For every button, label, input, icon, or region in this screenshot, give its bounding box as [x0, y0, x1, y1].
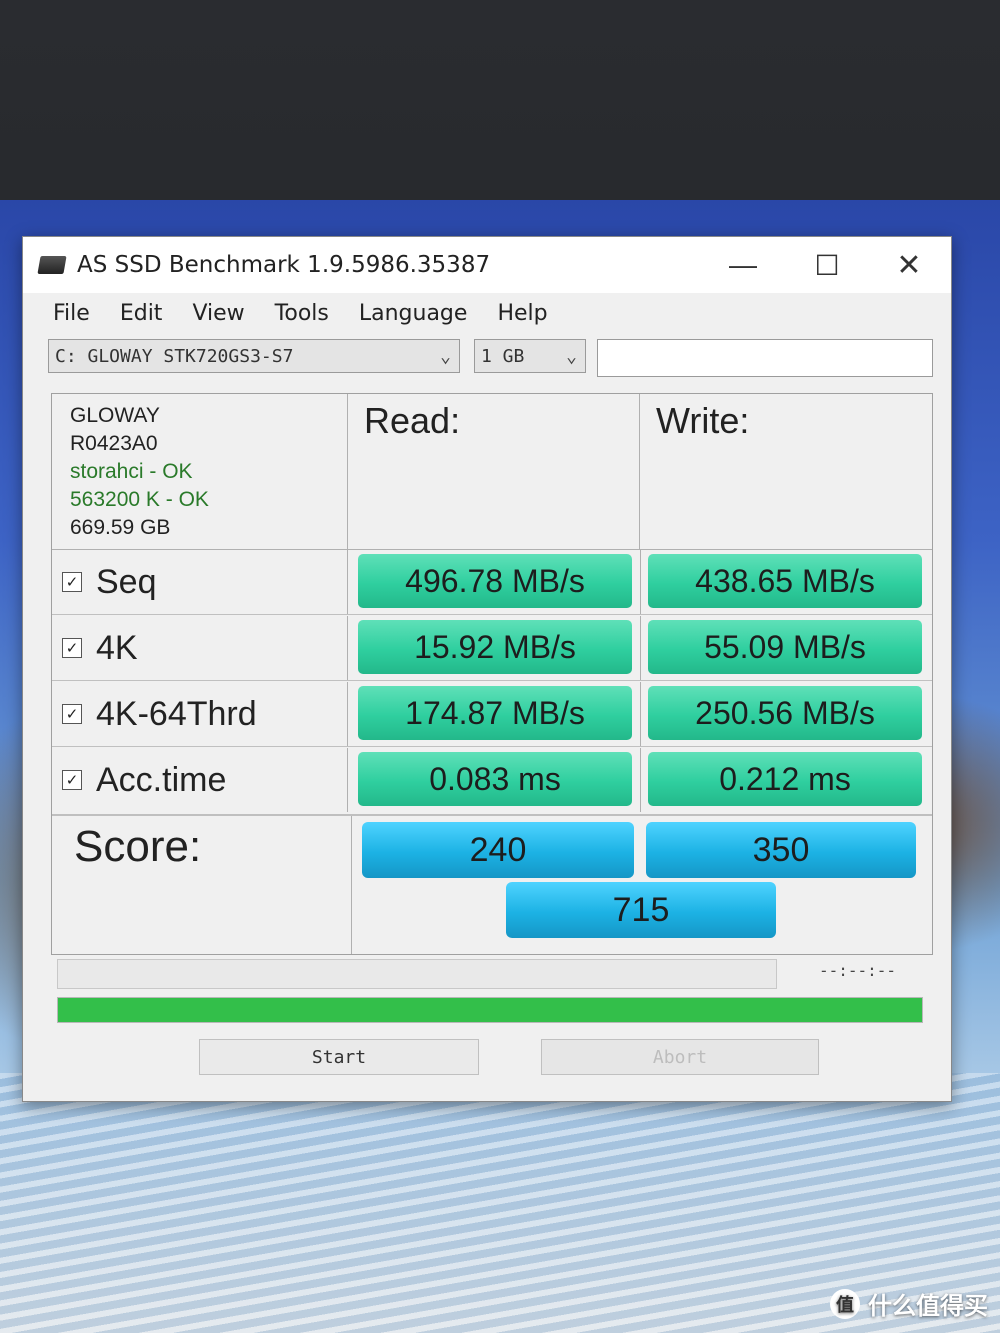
minimize-button[interactable]: —	[719, 247, 767, 283]
drive-info: GLOWAY R0423A0 storahci - OK 563200 K - …	[52, 394, 348, 550]
row-label: ✓ 4K	[52, 616, 348, 680]
acc-time-label: Acc.time	[96, 760, 227, 799]
task-progress-bar	[57, 959, 777, 989]
close-button[interactable]: ✕	[885, 247, 933, 283]
drive-firmware: R0423A0	[70, 432, 158, 455]
4k-checkbox[interactable]: ✓	[62, 638, 82, 658]
seq-label: Seq	[96, 562, 157, 601]
chevron-down-icon: ⌄	[440, 346, 451, 367]
drive-alignment: 563200 K - OK	[70, 488, 209, 511]
site-watermark: 值 什么值得买	[830, 1286, 988, 1321]
menu-file[interactable]: File	[53, 301, 90, 326]
watermark-text: 什么值得买	[868, 1293, 988, 1320]
score-read-value: 240	[362, 822, 634, 878]
4k-64thrd-checkbox[interactable]: ✓	[62, 704, 82, 724]
overall-progress-bar	[57, 997, 923, 1023]
row-label: ✓ Seq	[52, 550, 348, 614]
size-select[interactable]: 1 GB ⌄	[474, 339, 586, 373]
abort-button[interactable]: Abort	[541, 1039, 819, 1075]
result-row-4k: ✓ 4K 15.92 MB/s 55.09 MB/s	[52, 616, 932, 681]
column-divider	[640, 616, 641, 680]
4k-label: 4K	[96, 628, 138, 667]
drive-select-value: C: GLOWAY STK720GS3-S7	[55, 345, 294, 367]
write-header: Write:	[640, 394, 932, 550]
results-grid: GLOWAY R0423A0 storahci - OK 563200 K - …	[51, 393, 933, 955]
menu-language[interactable]: Language	[359, 301, 468, 326]
4k-64thrd-label: 4K-64Thrd	[96, 694, 257, 733]
column-divider	[640, 550, 641, 614]
4k-64thrd-read-value: 174.87 MB/s	[358, 686, 632, 740]
score-write-value: 350	[646, 822, 916, 878]
menu-view[interactable]: View	[192, 301, 244, 326]
drive-select[interactable]: C: GLOWAY STK720GS3-S7 ⌄	[48, 339, 460, 373]
4k-read-value: 15.92 MB/s	[358, 620, 632, 674]
seq-checkbox[interactable]: ✓	[62, 572, 82, 592]
size-select-value: 1 GB	[481, 345, 525, 367]
4k-write-value: 55.09 MB/s	[648, 620, 922, 674]
score-area: Score: 240 350 715	[52, 814, 932, 954]
menu-bar: File Edit View Tools Language Help	[23, 293, 951, 333]
toolbar: C: GLOWAY STK720GS3-S7 ⌄ 1 GB ⌄	[23, 333, 951, 379]
row-label: ✓ 4K-64Thrd	[52, 682, 348, 746]
4k-64thrd-write-value: 250.56 MB/s	[648, 686, 922, 740]
result-row-seq: ✓ Seq 496.78 MB/s 438.65 MB/s	[52, 550, 932, 615]
drive-capacity: 669.59 GB	[70, 516, 171, 539]
drive-driver: storahci - OK	[70, 460, 193, 483]
score-total-value: 715	[506, 882, 776, 938]
row-label: ✓ Acc.time	[52, 748, 348, 812]
score-label: Score:	[52, 816, 352, 954]
start-button[interactable]: Start	[199, 1039, 479, 1075]
seq-read-value: 496.78 MB/s	[358, 554, 632, 608]
watermark-logo-icon: 值	[830, 1288, 860, 1319]
seq-write-value: 438.65 MB/s	[648, 554, 922, 608]
menu-help[interactable]: Help	[497, 301, 547, 326]
window-title: AS SSD Benchmark 1.9.5986.35387	[77, 252, 491, 278]
column-divider	[640, 682, 641, 746]
result-row-4k-64thrd: ✓ 4K-64Thrd 174.87 MB/s 250.56 MB/s	[52, 682, 932, 747]
status-field	[597, 339, 933, 377]
chevron-down-icon: ⌄	[566, 346, 577, 367]
maximize-button[interactable]: ☐	[803, 247, 851, 283]
acc-time-write-value: 0.212 ms	[648, 752, 922, 806]
column-divider	[640, 748, 641, 812]
overall-progress-fill	[58, 998, 922, 1022]
acc-time-checkbox[interactable]: ✓	[62, 770, 82, 790]
elapsed-time: --:--:--	[819, 961, 897, 980]
drive-model: GLOWAY	[70, 404, 160, 427]
read-header: Read:	[348, 394, 640, 550]
title-bar[interactable]: AS SSD Benchmark 1.9.5986.35387 — ☐ ✕	[23, 237, 951, 293]
menu-edit[interactable]: Edit	[120, 301, 163, 326]
acc-time-read-value: 0.083 ms	[358, 752, 632, 806]
drive-icon	[37, 256, 67, 274]
menu-tools[interactable]: Tools	[275, 301, 329, 326]
result-row-acc-time: ✓ Acc.time 0.083 ms 0.212 ms	[52, 748, 932, 812]
as-ssd-window: AS SSD Benchmark 1.9.5986.35387 — ☐ ✕ Fi…	[22, 236, 952, 1102]
